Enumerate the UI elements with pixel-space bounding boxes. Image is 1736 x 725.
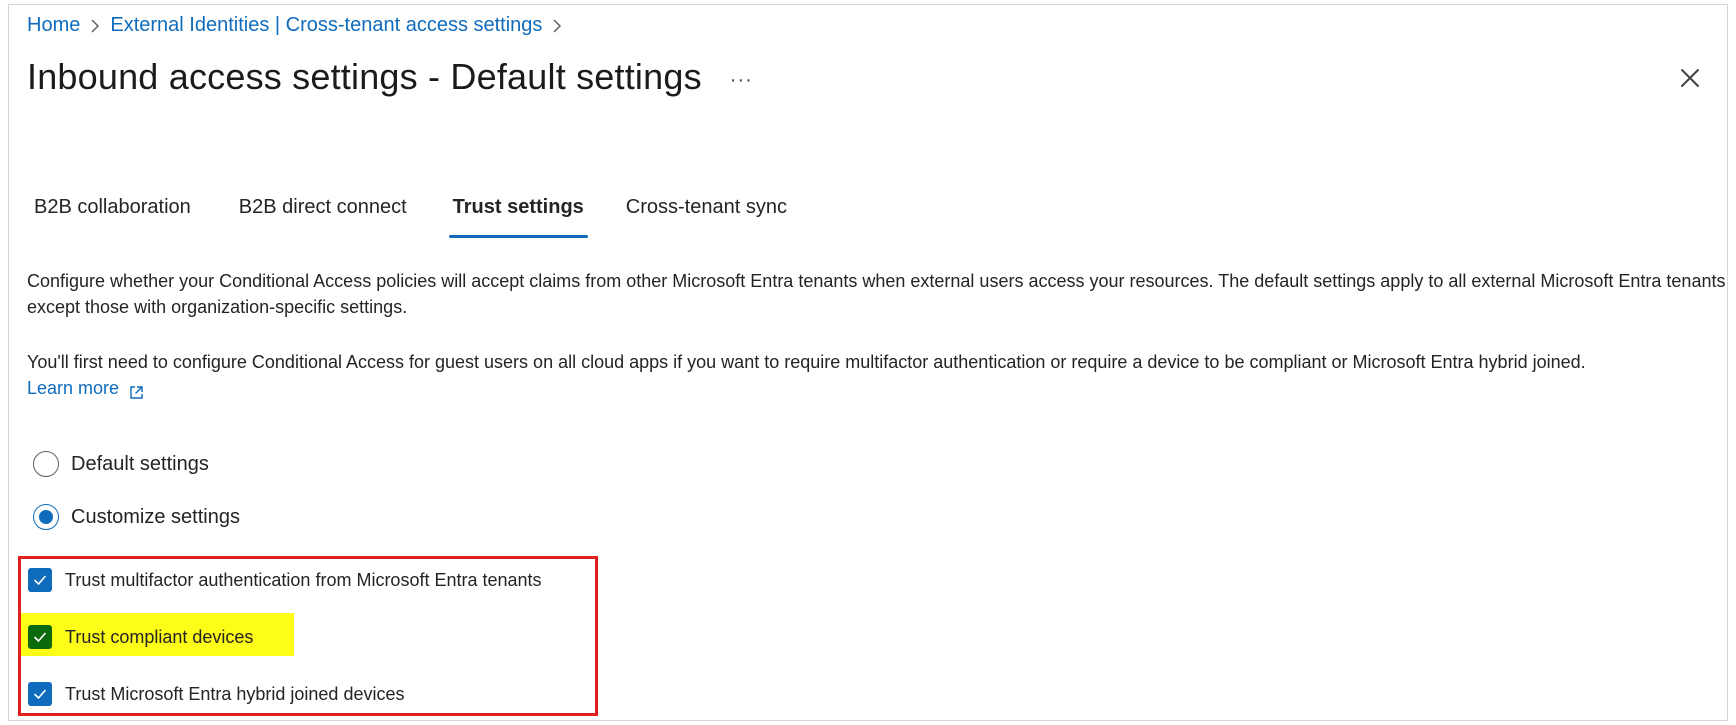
trust-compliant-devices-label: Trust compliant devices [65,626,254,647]
description-paragraph: Configure whether your Conditional Acces… [27,271,1726,317]
page-title: Inbound access settings - Default settin… [27,56,702,97]
checkmark-icon [28,682,52,706]
breadcrumb-home-link[interactable]: Home [27,14,80,37]
trust-hybrid-joined-checkbox[interactable]: Trust Microsoft Entra hybrid joined devi… [28,682,404,706]
requirements-paragraph: You'll first need to configure Condition… [27,349,1727,401]
more-options-button[interactable]: ··· [730,64,753,90]
trust-mfa-label: Trust multifactor authentication from Mi… [65,569,542,590]
external-link-icon [129,381,144,399]
default-settings-label: Default settings [71,452,209,475]
breadcrumb: Home External Identities | Cross-tenant … [27,14,572,37]
tab-trust-settings[interactable]: Trust settings [448,196,588,238]
radio-dot [39,510,53,524]
radio-unchecked-icon [33,451,59,477]
customize-settings-label: Customize settings [71,505,240,528]
trust-mfa-checkbox[interactable]: Trust multifactor authentication from Mi… [28,568,542,592]
chevron-right-icon [552,18,562,34]
radio-checked-icon [33,504,59,530]
requirements-text: You'll first need to configure Condition… [27,352,1586,372]
trust-hybrid-joined-label: Trust Microsoft Entra hybrid joined devi… [65,683,405,704]
tab-b2b-direct-connect[interactable]: B2B direct connect [239,196,407,238]
title-row: Inbound access settings - Default settin… [27,56,753,98]
chevron-right-icon [90,18,100,34]
default-settings-radio[interactable]: Default settings [33,451,209,477]
trust-compliant-devices-checkbox[interactable]: Trust compliant devices [28,625,253,649]
checkmark-icon [28,568,52,592]
breadcrumb-cross-tenant-link[interactable]: External Identities | Cross-tenant acces… [110,14,542,37]
close-icon[interactable] [1676,64,1704,92]
learn-more-label: Learn more [27,378,120,398]
customize-settings-radio[interactable]: Customize settings [33,504,240,530]
learn-more-link[interactable]: Learn more [27,375,144,401]
tab-list: B2B collaboration B2B direct connect Tru… [34,196,787,238]
tab-cross-tenant-sync[interactable]: Cross-tenant sync [626,196,787,238]
tab-b2b-collaboration[interactable]: B2B collaboration [34,196,191,238]
checkmark-icon [28,625,52,649]
